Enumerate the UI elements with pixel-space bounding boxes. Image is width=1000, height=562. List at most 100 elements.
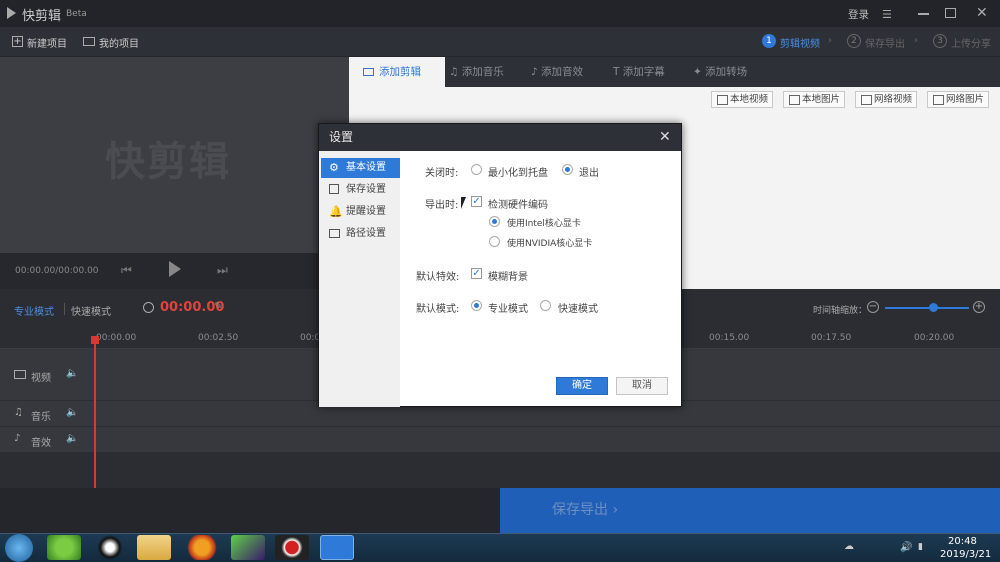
- firefox-icon[interactable]: [185, 535, 219, 560]
- next-frame-icon[interactable]: ⏭: [217, 263, 228, 278]
- dialog-titlebar: 设置 ✕: [319, 124, 681, 151]
- hardware-encoding-label[interactable]: 检测硬件编码: [488, 196, 548, 211]
- nav-label: 基本设置: [346, 162, 386, 173]
- dialog-title: 设置: [329, 130, 354, 144]
- cancel-button[interactable]: 取消: [616, 377, 668, 395]
- ruler-tick: 00:17.50: [811, 333, 852, 343]
- intel-gpu-label[interactable]: 使用Intel核心显卡: [507, 216, 581, 229]
- folder-icon: [83, 37, 95, 46]
- tray-icons[interactable]: ☁: [844, 541, 854, 552]
- nav-basic-settings[interactable]: ⚙ 基本设置: [321, 158, 400, 178]
- my-projects-label: 我的项目: [99, 39, 139, 50]
- nav-save-settings[interactable]: 保存设置: [321, 180, 400, 200]
- preview-watermark: 快剪辑: [105, 139, 231, 185]
- volume-tray-icon[interactable]: 🔊: [900, 542, 912, 553]
- my-projects-button[interactable]: 我的项目: [83, 35, 139, 50]
- zoom-in-icon[interactable]: +: [973, 301, 985, 313]
- nav-label: 保存设置: [346, 184, 386, 195]
- local-image-button[interactable]: 本地图片: [783, 91, 846, 108]
- blur-background-checkbox[interactable]: ✓: [471, 268, 482, 279]
- zoom-slider-track[interactable]: [885, 307, 969, 309]
- prev-frame-icon[interactable]: ⏮: [121, 263, 132, 278]
- online-video-button[interactable]: 网络视频: [855, 91, 918, 108]
- settings-nav: ⚙ 基本设置 保存设置 🔔 提醒设置 路径设置: [319, 151, 400, 407]
- mode-fast-label[interactable]: 快速模式: [558, 300, 598, 315]
- ok-button[interactable]: 确定: [556, 377, 608, 395]
- nav-label: 提醒设置: [346, 206, 386, 217]
- music-icon: ♫: [449, 66, 462, 78]
- network-tray-icon[interactable]: ▮: [918, 542, 923, 552]
- clock-date[interactable]: 2019/3/21: [940, 549, 991, 560]
- new-project-button[interactable]: + 新建项目: [12, 35, 67, 50]
- nvidia-gpu-label[interactable]: 使用NVIDIA核心显卡: [507, 236, 592, 249]
- nav-reminder-settings[interactable]: 🔔 提醒设置: [321, 202, 400, 222]
- tab-add-transition[interactable]: ✦ 添加转场: [691, 57, 781, 87]
- music-track-icon: ♫: [14, 407, 23, 418]
- tab-label: 添加转场: [705, 66, 748, 78]
- volume-icon[interactable]: 🔈: [66, 407, 78, 418]
- browser-icon[interactable]: [47, 535, 81, 560]
- plus-icon: +: [12, 36, 23, 47]
- intel-gpu-radio[interactable]: [489, 216, 500, 227]
- zoom-slider-handle[interactable]: [929, 303, 938, 312]
- arrow-right-icon: ›: [612, 502, 619, 518]
- volume-icon[interactable]: 🔈: [66, 433, 78, 444]
- play-icon[interactable]: [169, 261, 181, 277]
- video-preview: 快剪辑: [0, 57, 349, 253]
- mode-pro-radio[interactable]: [471, 300, 482, 311]
- mode-fast-radio[interactable]: [540, 300, 551, 311]
- nvidia-gpu-radio[interactable]: [489, 236, 500, 247]
- edit-icon[interactable]: ✎: [214, 301, 222, 312]
- local-video-button[interactable]: 本地视频: [711, 91, 774, 108]
- zoom-out-icon[interactable]: −: [867, 301, 879, 313]
- step-3-label: 上传分享: [951, 39, 991, 50]
- track-label: 音效: [31, 438, 51, 449]
- close-minimize-radio[interactable]: [471, 164, 482, 175]
- track-label: 音乐: [31, 412, 51, 423]
- sound-track-icon: ♪: [14, 433, 21, 444]
- clock-time[interactable]: 20:48: [948, 536, 977, 547]
- tab-add-subtitle[interactable]: T 添加字幕: [611, 57, 691, 87]
- playhead-marker[interactable]: [91, 336, 99, 344]
- dialog-close-icon[interactable]: ✕: [659, 124, 671, 151]
- save-export-button[interactable]: 保存导出 ›: [500, 488, 1000, 533]
- explorer-icon[interactable]: [137, 535, 171, 560]
- start-button[interactable]: [5, 534, 33, 562]
- hardware-encoding-checkbox[interactable]: ✓: [471, 196, 482, 207]
- tab-add-sound[interactable]: ♪ 添加音效: [529, 57, 609, 87]
- recorder-icon[interactable]: [275, 535, 309, 560]
- logo-icon: [7, 7, 16, 19]
- tab-add-clip[interactable]: 添加剪辑: [349, 57, 445, 87]
- source-label: 网络图片: [946, 94, 985, 105]
- mode-pro-label[interactable]: 专业模式: [488, 300, 528, 315]
- sound-track[interactable]: ♪ 音效 🔈: [0, 427, 1000, 453]
- login-link[interactable]: 登录: [848, 7, 869, 22]
- tab-add-music[interactable]: ♫ 添加音乐: [447, 57, 527, 87]
- transition-icon: ✦: [693, 66, 706, 78]
- maximize-icon[interactable]: [945, 8, 956, 18]
- gear-icon: ⚙: [329, 161, 339, 174]
- kuaijianji-taskbar-icon[interactable]: [320, 535, 354, 560]
- close-icon[interactable]: ✕: [976, 5, 988, 21]
- step-3-number: 3: [933, 34, 947, 48]
- playhead[interactable]: [94, 336, 96, 488]
- ruler-tick: 00:15.00: [709, 333, 750, 343]
- minimize-icon[interactable]: [918, 13, 929, 15]
- bell-icon: 🔔: [329, 205, 343, 218]
- blur-background-label[interactable]: 模糊背景: [488, 268, 528, 283]
- video-icon: [363, 68, 374, 76]
- nav-path-settings[interactable]: 路径设置: [321, 224, 400, 244]
- qq-icon[interactable]: [93, 535, 127, 560]
- source-label: 本地视频: [730, 94, 769, 105]
- online-image-button[interactable]: 网络图片: [927, 91, 990, 108]
- mode-pro-tab[interactable]: 专业模式: [14, 303, 54, 318]
- volume-icon[interactable]: 🔈: [66, 368, 78, 379]
- close-exit-radio[interactable]: [562, 164, 573, 175]
- media-icon[interactable]: [231, 535, 265, 560]
- ok-label: 确定: [572, 380, 592, 391]
- mode-fast-tab[interactable]: 快速模式: [71, 303, 111, 318]
- step-arrow-icon: ›: [828, 35, 832, 46]
- close-minimize-label[interactable]: 最小化到托盘: [488, 164, 548, 179]
- close-exit-label[interactable]: 退出: [579, 164, 599, 179]
- menu-icon[interactable]: ☰: [882, 8, 892, 21]
